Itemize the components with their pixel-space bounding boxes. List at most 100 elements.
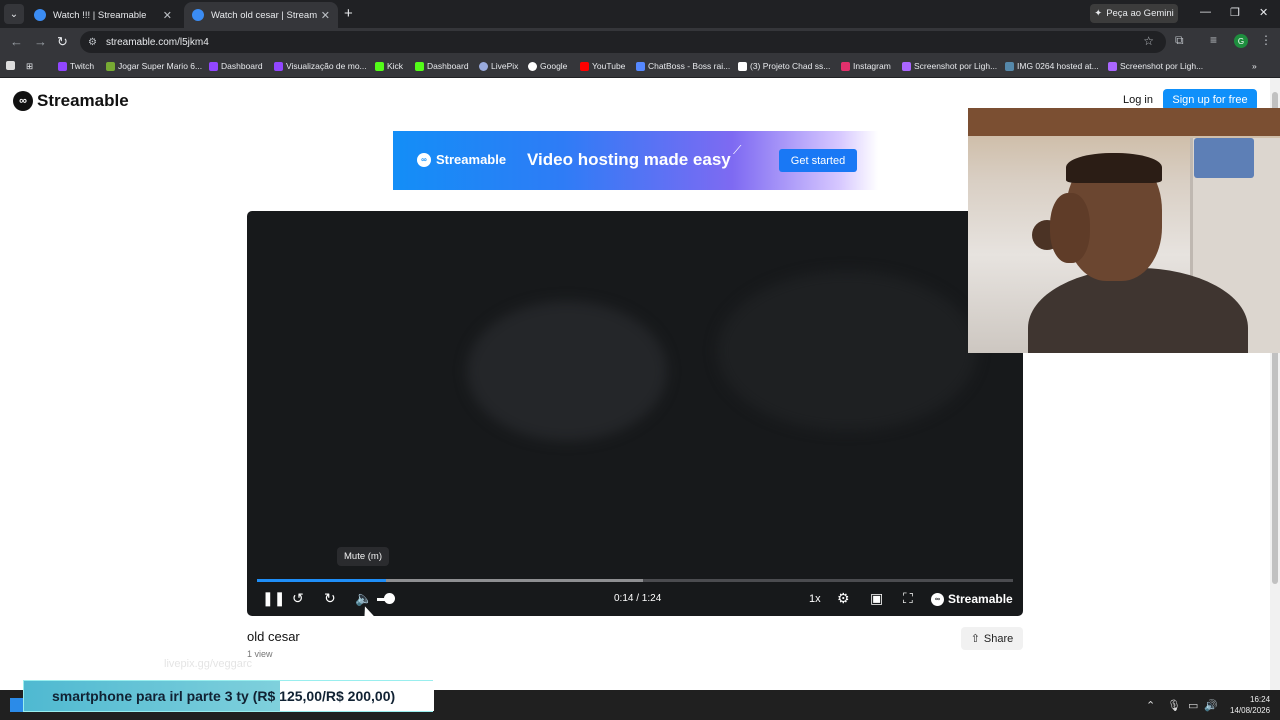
- google-icon: [528, 61, 537, 71]
- bookmark-img-0264[interactable]: IMG 0264 hosted at...: [1005, 61, 1099, 71]
- livepix-watermark: livepix.gg/veggarc: [164, 658, 253, 670]
- streamable-favicon-icon: [34, 9, 46, 21]
- address-bar[interactable]: ⚙ streamable.com/l5jkm4 ☆: [80, 31, 1166, 53]
- profile-avatar[interactable]: G: [1234, 34, 1248, 48]
- more-bookmarks-icon[interactable]: »: [1252, 61, 1257, 71]
- played-bar: [257, 579, 386, 582]
- imgbb-icon: [1005, 61, 1014, 71]
- video-frame: [467, 301, 667, 441]
- close-icon[interactable]: ✕: [321, 9, 330, 22]
- menu-icon[interactable]: ⋮: [1260, 33, 1272, 47]
- bookmarks-bar: ⊞ Twitch Jogar Super Mario 6... Dashboar…: [0, 56, 1280, 78]
- bookmark-dashboard-twitch[interactable]: Dashboard: [209, 61, 263, 71]
- logo-text: Streamable: [37, 91, 129, 110]
- restore-icon[interactable]: ❐: [1230, 6, 1240, 19]
- bookmark-chatboss[interactable]: ChatBoss - Boss rai...: [636, 61, 730, 71]
- clock-time: 16:24: [1250, 695, 1271, 704]
- taskbar-clock[interactable]: 16:24 14/08/2026: [1230, 694, 1270, 716]
- bookmark-projeto-chad[interactable]: (3) Projeto Chad ss...: [738, 61, 830, 71]
- rewind-icon[interactable]: ↺: [292, 590, 304, 607]
- get-started-button[interactable]: Get started: [779, 149, 857, 172]
- sparkle-icon: ✦: [1094, 8, 1103, 19]
- windows-start-icon[interactable]: [10, 698, 24, 712]
- twitch-icon: [274, 61, 283, 71]
- bookmark-dashboard-kick[interactable]: Dashboard: [415, 61, 469, 71]
- donation-goal-bar: smartphone para irl parte 3 ty (R$ 125,0…: [23, 680, 434, 712]
- banner-logo: ∞ Streamable: [417, 152, 506, 167]
- tab-search-icon[interactable]: ⌄: [4, 4, 24, 24]
- share-icon: ⇧: [970, 633, 980, 645]
- gear-icon[interactable]: ⚙: [837, 590, 850, 607]
- instagram-icon: [841, 61, 850, 71]
- webcam-overlay: [968, 108, 1280, 353]
- bookmark-visualizacao[interactable]: Visualização de mo...: [274, 61, 367, 71]
- bookmark-instagram[interactable]: Instagram: [841, 61, 891, 71]
- bookmark-livepix[interactable]: LivePix: [479, 61, 518, 71]
- volume-handle[interactable]: [384, 593, 395, 604]
- twitch-icon: [58, 61, 67, 71]
- site-info-icon[interactable]: ⚙: [88, 37, 97, 48]
- tab-title: Watch !!! | Streamable: [53, 9, 147, 21]
- youtube-icon: [580, 61, 589, 71]
- sparkle-icon: ⟋: [733, 143, 742, 157]
- window-close-icon[interactable]: ✕: [1259, 6, 1268, 19]
- streamable-favicon-icon: [192, 9, 204, 21]
- bookmark-screenshot-2[interactable]: Screenshot por Ligh...: [1108, 61, 1203, 71]
- video-player[interactable]: Mute (m) ❚❚ ↺ ↻ 🔈 0:14 / 1:24 1x ⚙ ▣ ⛶ ∞…: [247, 211, 1023, 616]
- twitch-icon: [209, 61, 218, 71]
- picture-in-picture-icon[interactable]: ▣: [870, 590, 883, 607]
- close-icon[interactable]: ✕: [163, 9, 172, 22]
- bookmarks-folder-icon[interactable]: [6, 61, 15, 70]
- streamable-logo-icon: ∞: [13, 91, 33, 111]
- forward-skip-icon[interactable]: ↻: [324, 590, 336, 607]
- apps-icon[interactable]: ⊞: [26, 61, 33, 72]
- bookmark-twitch[interactable]: Twitch: [58, 61, 94, 71]
- share-button[interactable]: ⇧ Share: [961, 627, 1023, 650]
- webcam-ceiling: [968, 108, 1280, 136]
- webcam-person-hand: [1050, 193, 1090, 263]
- fullscreen-icon[interactable]: ⛶: [903, 590, 913, 607]
- time-display: 0:14 / 1:24: [614, 593, 662, 604]
- banner-tagline: Video hosting made easy: [527, 150, 731, 169]
- lightshot-icon: [902, 61, 911, 71]
- bookmark-screenshot-1[interactable]: Screenshot por Ligh...: [902, 61, 997, 71]
- kick-icon: [415, 61, 424, 71]
- bookmark-star-icon[interactable]: ☆: [1143, 34, 1154, 48]
- media-icon[interactable]: ≡: [1210, 33, 1217, 47]
- lightshot-icon: [1108, 61, 1117, 71]
- goal-text: smartphone para irl parte 3 ty (R$ 125,0…: [52, 688, 396, 704]
- player-brand-label: Streamable: [948, 592, 1013, 606]
- gemini-button[interactable]: ✦ Peça ao Gemini: [1090, 4, 1178, 23]
- kick-icon: [375, 61, 384, 71]
- login-link[interactable]: Log in: [1123, 94, 1153, 106]
- minimize-icon[interactable]: —: [1200, 6, 1211, 18]
- ad-banner[interactable]: ∞ Streamable Video hosting made easy ⟋ G…: [393, 131, 878, 190]
- player-brand[interactable]: ∞ Streamable: [931, 592, 1013, 606]
- pause-icon[interactable]: ❚❚: [262, 590, 285, 607]
- progress-bar[interactable]: [257, 579, 1013, 582]
- speaker-icon[interactable]: 🔊: [1204, 699, 1218, 712]
- webcam-person-hair: [1066, 153, 1162, 183]
- streamable-logo[interactable]: ∞ Streamable: [13, 91, 129, 111]
- mario-icon: [106, 61, 115, 71]
- video-title: old cesar: [247, 629, 300, 644]
- streamable-logo-icon: ∞: [931, 592, 944, 606]
- bookmark-youtube[interactable]: YouTube: [580, 61, 625, 71]
- back-icon[interactable]: ←: [10, 34, 23, 49]
- network-icon[interactable]: ▭: [1188, 699, 1198, 712]
- bookmark-mario[interactable]: Jogar Super Mario 6...: [106, 61, 202, 71]
- bookmark-google[interactable]: Google: [528, 61, 567, 71]
- tray-chevron-icon[interactable]: ⌃: [1146, 699, 1155, 712]
- tab-watch-old-cesar[interactable]: Watch old cesar | Streamable ✕: [184, 2, 338, 28]
- bookmark-kick[interactable]: Kick: [375, 61, 403, 71]
- browser-toolbar: ← → ↻ ⚙ streamable.com/l5jkm4 ☆ ⧉ ≡ ⋮: [0, 28, 1280, 56]
- chatboss-icon: [636, 61, 645, 71]
- forward-icon[interactable]: →: [34, 34, 47, 49]
- microphone-icon[interactable]: 🎙: [1167, 699, 1181, 712]
- reload-icon[interactable]: ↻: [57, 34, 68, 50]
- extensions-icon[interactable]: ⧉: [1175, 33, 1184, 48]
- tab-watch-streamable[interactable]: Watch !!! | Streamable ✕: [26, 2, 180, 28]
- playback-speed[interactable]: 1x: [809, 593, 821, 605]
- new-tab-button[interactable]: +: [344, 5, 353, 22]
- url-text: streamable.com/l5jkm4: [105, 36, 209, 48]
